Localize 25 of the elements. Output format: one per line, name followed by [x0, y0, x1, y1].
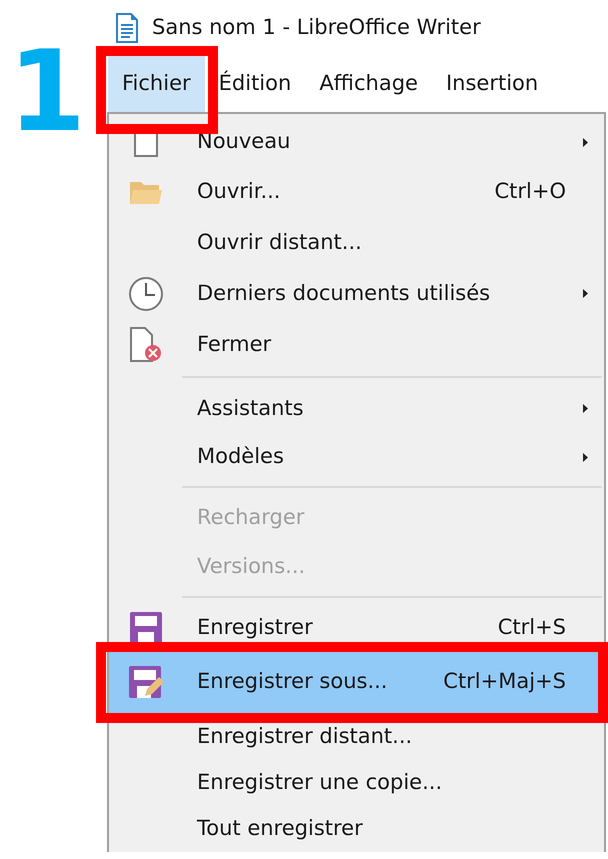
menu-item[interactable]: Enregistrer une copie...	[109, 761, 604, 805]
menu-title[interactable]: Fichier	[108, 56, 205, 112]
menu-title[interactable]: Édition	[204, 56, 306, 112]
menu-item[interactable]: Assistants	[109, 384, 604, 433]
window-title: Sans nom 1 - LibreOffice Writer	[152, 14, 481, 42]
menu-item[interactable]: Derniers documents utilisés	[109, 268, 604, 319]
submenu-arrow-icon	[582, 289, 588, 298]
menu-title[interactable]: Insertion	[432, 56, 552, 112]
menu-item[interactable]: Modèles	[109, 433, 604, 481]
menu-item[interactable]: Tout enregistrer	[109, 805, 604, 852]
floppy-disk-pencil-icon	[128, 666, 162, 698]
submenu-arrow-icon	[582, 138, 588, 146]
step-number: 1	[8, 36, 86, 148]
menu-item[interactable]: Fermer	[109, 319, 604, 370]
menu-item[interactable]: Enregistrer distant...	[109, 713, 604, 761]
menu-item[interactable]: Ouvrir distant...	[109, 217, 604, 268]
submenu-arrow-icon	[582, 452, 588, 462]
menu-item[interactable]: Nouveau	[109, 118, 604, 166]
menu-item[interactable]: Ouvrir... Ctrl+O	[109, 166, 604, 217]
menu-title[interactable]: Affichage	[305, 56, 432, 112]
document-close-icon	[130, 326, 162, 362]
menu-item[interactable]: Enregistrer Ctrl+S	[109, 604, 604, 651]
submenu-arrow-icon	[582, 404, 588, 413]
clock-icon	[128, 276, 164, 312]
document-icon	[116, 13, 138, 43]
